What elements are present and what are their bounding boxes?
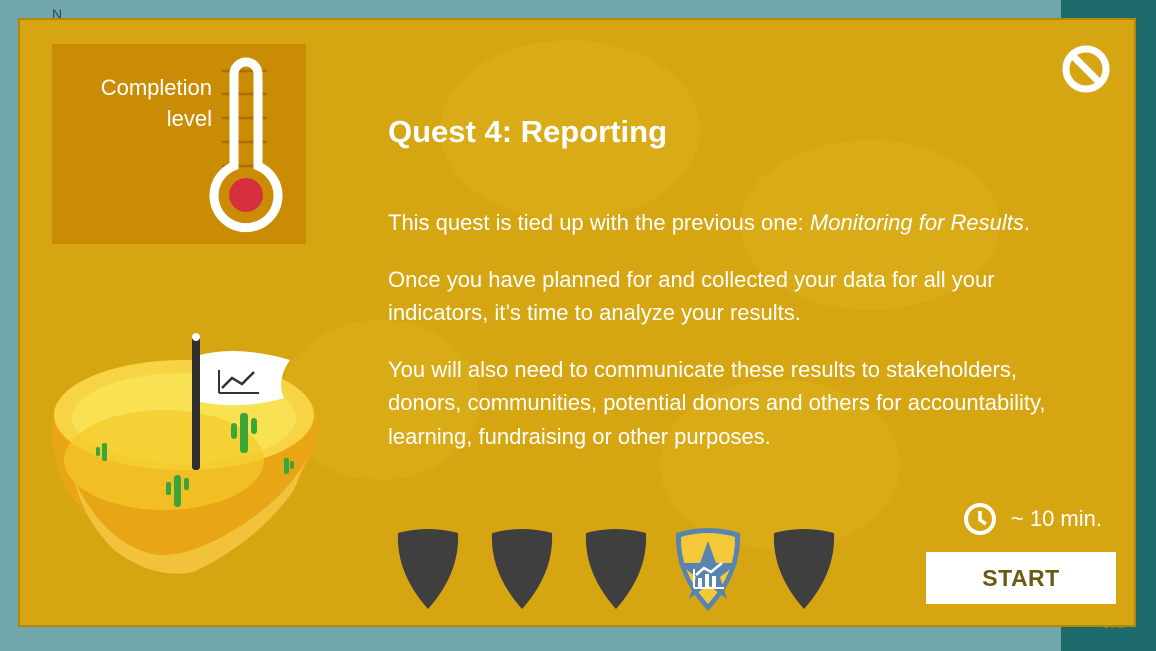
quest-para1-prefix: This quest is tied up with the previous …	[388, 210, 810, 235]
locked-badge-icon	[397, 529, 459, 609]
quest-paragraph-3: You will also need to communicate these …	[388, 356, 1046, 449]
locked-badge-icon	[773, 529, 835, 609]
quest-modal: Completion level Quest 4: Reporting This…	[18, 18, 1136, 627]
quest-paragraph-2: Once you have planned for and collected …	[388, 266, 995, 326]
thermometer-icon	[209, 57, 283, 233]
desert-island-illustration	[52, 333, 319, 574]
close-icon	[1062, 45, 1110, 93]
current-quest-badge-icon	[675, 528, 741, 611]
quest-badges	[388, 523, 848, 613]
quest-paragraph-1: This quest is tied up with the previous …	[388, 206, 1078, 240]
quest-description: This quest is tied up with the previous …	[388, 206, 1078, 476]
duration-text: ~ 10 min.	[1010, 506, 1102, 531]
locked-badge-icon	[585, 529, 647, 609]
close-button[interactable]	[1060, 43, 1112, 95]
start-button[interactable]: START	[926, 552, 1116, 604]
completion-level-panel: Completion level	[52, 44, 306, 244]
clock-icon	[963, 503, 996, 535]
previous-quest-name: Monitoring for Results	[809, 210, 1024, 235]
locked-badge-icon	[491, 529, 553, 609]
quest-title: Quest 4: Reporting	[388, 114, 668, 149]
quest-para1-suffix: .	[1023, 210, 1031, 235]
quest-duration: ~ 10 min.	[963, 502, 1102, 536]
